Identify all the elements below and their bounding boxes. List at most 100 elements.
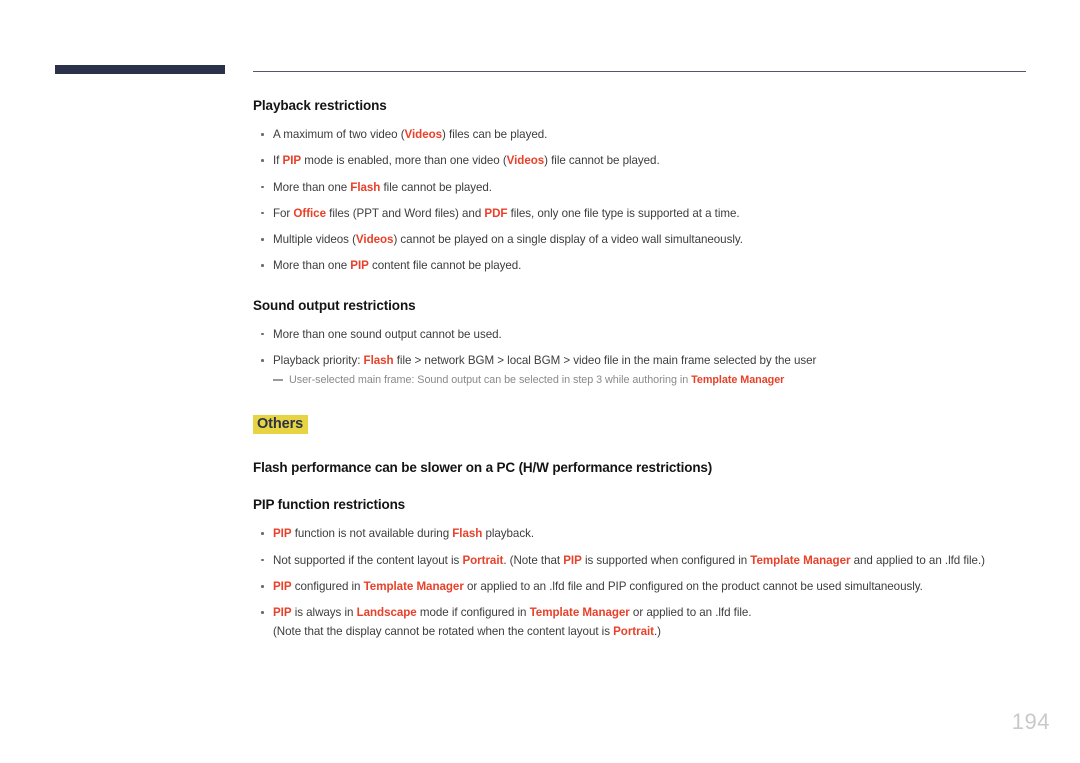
document-page: { "page": { "number": "194", "accent_col… [0,0,1080,763]
text-run: User-selected main frame: Sound output c… [289,374,692,387]
sound-output-note: User-selected main frame: Sound output c… [273,373,1043,387]
bullet-dot-icon [261,211,264,215]
emphasis-term: Videos [355,233,394,247]
emphasis-term: PIP [282,154,302,168]
text-run: file cannot be played. [380,180,492,194]
heading-playback-restrictions: Playback restrictions [253,98,387,113]
text-run: Playback priority: [273,354,364,368]
emphasis-term: PIP [563,553,582,567]
text-run: mode if configured in [416,606,530,620]
list-item-text: Not supported if the content layout is P… [273,554,985,567]
emphasis-term: PIP [273,527,292,541]
list-item: A maximum of two video (Videos) files ca… [253,127,1043,142]
pip-function-restrictions-list: PIP function is not available during Fla… [253,526,1043,638]
bullet-dot-icon [261,532,264,535]
text-run: More than one [273,259,351,273]
bullet-dot-icon [261,264,264,267]
bullet-dot-icon [261,585,264,588]
list-item: If PIP mode is enabled, more than one vi… [253,153,1043,168]
emphasis-term: PDF [484,206,508,220]
text-run: mode is enabled, more than one video ( [301,154,507,168]
bullet-dot-icon [261,133,264,136]
text-run: files (PPT and Word files) and [325,206,485,220]
bullet-dot-icon [261,159,264,162]
text-run: file > network BGM > local BGM > video f… [393,354,817,368]
text-run: If [273,154,283,168]
list-item-text: PIP is always in Landscape mode if confi… [273,606,752,620]
sound-output-restrictions-list: More than one sound output cannot be use… [253,327,1043,369]
emphasis-term: PIP [273,580,292,593]
emphasis-term: Office [293,206,326,220]
list-item-text: More than one Flash file cannot be playe… [273,181,492,194]
emphasis-term: Flash [350,180,381,194]
list-item: More than one PIP content file cannot be… [253,258,1043,273]
list-item-text: More than one sound output cannot be use… [273,328,502,341]
text-run: . (Note that [503,553,564,567]
text-run: ) cannot be played on a single display o… [393,233,743,247]
emphasis-term: Flash [452,527,483,541]
text-run: More than one sound output cannot be use… [273,327,502,341]
list-item: Multiple videos (Videos) cannot be playe… [253,232,1043,247]
bullet-dot-icon [261,332,264,336]
list-item-text: Playback priority: Flash file > network … [273,354,816,367]
text-run: A maximum of two video ( [273,128,405,141]
emphasis-term: PIP [350,259,369,273]
emphasis-term: Template Manager [363,580,464,593]
text-run: configured in [291,580,364,593]
note-dash-icon [273,379,283,381]
note-text: User-selected main frame: Sound output c… [289,374,784,386]
emphasis-term: Portrait [462,553,504,567]
bullet-dot-icon [261,238,264,241]
emphasis-term: Flash [363,354,394,368]
page-content: Playback restrictions A maximum of two v… [253,98,1043,639]
heading-pip-function-restrictions: PIP function restrictions [253,497,406,513]
heading-sound-output-restrictions: Sound output restrictions [253,297,416,313]
text-run: ) file cannot be played. [544,154,660,168]
text-run: More than one [273,180,351,194]
emphasis-term: Videos [404,128,443,141]
emphasis-term: Template Manager [750,553,851,567]
emphasis-term: Template Manager [691,374,785,387]
text-run: and applied to an .lfd file.) [850,553,985,567]
list-item: More than one Flash file cannot be playe… [253,180,1043,195]
list-item-text: A maximum of two video (Videos) files ca… [273,128,547,141]
list-item: PIP function is not available during Fla… [253,526,1043,541]
text-run: function is not available during [291,527,453,541]
list-item-text: For Office files (PPT and Word files) an… [273,207,740,220]
text-run: playback. [482,527,534,541]
emphasis-term: PIP [273,606,292,620]
text-run: or applied to an .lfd file and PIP confi… [463,580,923,593]
list-item-text: PIP function is not available during Fla… [273,527,534,540]
text-run: ) files can be played. [442,128,548,141]
text-run: .) [653,624,661,638]
emphasis-term: Videos [506,154,545,168]
bullet-dot-icon [261,558,264,562]
emphasis-term: Template Manager [529,606,630,620]
list-item: PIP configured in Template Manager or ap… [253,579,1043,594]
bullet-dot-icon [261,359,264,362]
page-number: 194 [1011,709,1050,734]
list-item-text: PIP configured in Template Manager or ap… [273,580,923,593]
others-highlight-tag: Others [253,415,309,435]
bullet-dot-icon [261,185,264,189]
text-run: is always in [291,606,357,620]
text-run: is supported when configured in [581,553,751,567]
text-run: (Note that the display cannot be rotated… [273,624,614,638]
list-item-text: More than one PIP content file cannot be… [273,259,521,272]
header-accent-bar [55,65,225,74]
heading-flash-performance: Flash performance can be slower on a PC … [253,460,713,476]
list-item-text: If PIP mode is enabled, more than one vi… [273,154,660,167]
text-run: content file cannot be played. [368,259,522,273]
text-run: Multiple videos ( [273,233,356,247]
header-divider-rule [253,71,1026,72]
bullet-dot-icon [261,611,264,614]
emphasis-term: Portrait [613,624,654,638]
list-item: For Office files (PPT and Word files) an… [253,206,1043,221]
emphasis-term: Landscape [356,606,417,620]
text-run: or applied to an .lfd file. [629,606,752,620]
text-run: files, only one file type is supported a… [507,206,740,220]
list-item: More than one sound output cannot be use… [253,327,1043,342]
list-item-continuation: (Note that the display cannot be rotated… [273,624,1043,639]
list-item: Playback priority: Flash file > network … [253,353,1043,368]
text-run: Not supported if the content layout is [273,553,463,567]
